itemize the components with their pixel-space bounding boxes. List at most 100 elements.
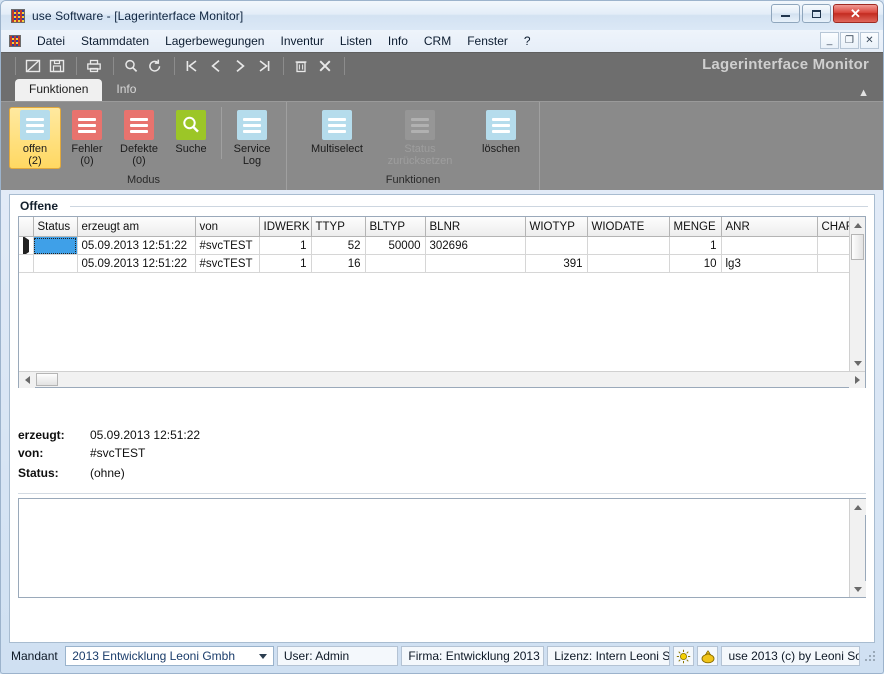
print-icon[interactable]	[83, 56, 105, 76]
grid-header-ttyp[interactable]: TTYP	[311, 217, 366, 237]
ribbon-button-fehler-count: (0)	[80, 155, 94, 167]
toolbar-separator	[15, 57, 16, 75]
scroll-down-button[interactable]	[849, 581, 866, 597]
grid-header-von[interactable]: von	[195, 217, 260, 237]
grid-header-bltyp[interactable]: BLTYP	[365, 217, 426, 237]
maximize-button[interactable]	[802, 4, 831, 23]
ribbon-button-offen[interactable]: offen (2)	[9, 107, 61, 169]
mdi-window-controls: _ ❐ ✕	[820, 32, 879, 49]
title-bar: use Software - [Lagerinterface Monitor] …	[1, 1, 883, 30]
cell-erzeugt[interactable]: 05.09.2013 12:51:22	[77, 254, 196, 273]
cell-blnr[interactable]: 302696	[425, 236, 526, 255]
cell-bltyp[interactable]: 50000	[365, 236, 426, 255]
notes-text[interactable]	[19, 499, 849, 597]
tab-info[interactable]: Info	[102, 79, 150, 101]
scroll-left-button[interactable]	[19, 371, 35, 388]
menu-item-fenster[interactable]: Fenster	[459, 32, 516, 50]
menu-item-listen[interactable]: Listen	[332, 32, 380, 50]
ribbon-button-service-log[interactable]: Service Log	[226, 107, 278, 169]
ribbon-button-fehler[interactable]: Fehler (0)	[61, 107, 113, 169]
cell-von[interactable]: #svcTEST	[195, 254, 260, 273]
cell-blnr[interactable]	[425, 254, 526, 273]
chevron-up-icon[interactable]: ▲	[858, 88, 869, 99]
notes-pane[interactable]	[18, 498, 866, 598]
cell-bltyp[interactable]	[365, 254, 426, 273]
cell-anr[interactable]: lg3	[721, 254, 818, 273]
minimize-button[interactable]	[771, 4, 800, 23]
grid-header-anr[interactable]: ANR	[721, 217, 818, 237]
search-icon[interactable]	[120, 56, 142, 76]
cell-ttyp[interactable]: 16	[311, 254, 366, 273]
resize-grip-icon[interactable]	[863, 649, 877, 663]
grid-header-menge[interactable]: MENGE	[669, 217, 722, 237]
mandant-combobox[interactable]: 2013 Entwicklung Leoni Gmbh	[65, 646, 274, 666]
cell-charge[interactable]	[817, 254, 849, 273]
cell-idwerk[interactable]: 1	[259, 254, 312, 273]
mdi-close-button[interactable]: ✕	[860, 32, 879, 49]
cell-wiotyp[interactable]: 391	[525, 254, 588, 273]
mdi-restore-button[interactable]: ❐	[840, 32, 859, 49]
cell-wiotyp[interactable]	[525, 236, 588, 255]
cell-erzeugt[interactable]: 05.09.2013 12:51:22	[77, 236, 196, 255]
cell-charge[interactable]	[817, 236, 849, 255]
cell-wiodate[interactable]	[587, 254, 670, 273]
scroll-up-button[interactable]	[849, 217, 865, 233]
money-bag-icon[interactable]	[697, 646, 719, 666]
next-record-icon[interactable]	[229, 56, 251, 76]
cell-status[interactable]	[33, 236, 78, 255]
cancel-icon[interactable]	[314, 56, 336, 76]
first-record-icon[interactable]	[181, 56, 203, 76]
menu-item-stammdaten[interactable]: Stammdaten	[73, 32, 157, 50]
ribbon-button-multiselect[interactable]: Multiselect	[305, 107, 369, 157]
menu-item-crm[interactable]: CRM	[416, 32, 459, 50]
mdi-minimize-button[interactable]: _	[820, 32, 839, 49]
grid-header-blnr[interactable]: BLNR	[425, 217, 526, 237]
grid-header-wiodate[interactable]: WIODATE	[587, 217, 670, 237]
detail-label-erzeugt: erzeugt:	[18, 428, 65, 442]
ribbon-button-loeschen[interactable]: löschen	[471, 107, 531, 157]
scroll-right-button[interactable]	[849, 371, 865, 388]
delete-icon[interactable]	[290, 56, 312, 76]
menu-item-datei[interactable]: Datei	[29, 32, 73, 50]
client-area: Offene Status erzeugt am von IDWERK TTYP…	[9, 194, 875, 643]
scroll-down-button[interactable]	[849, 355, 865, 371]
grid-horizontal-scrollbar[interactable]	[19, 371, 865, 388]
grid-header-idwerk[interactable]: IDWERK	[259, 217, 312, 237]
grid-vertical-scrollbar[interactable]	[849, 217, 865, 371]
menu-item-help[interactable]: ?	[516, 32, 539, 50]
list-icon	[72, 110, 102, 140]
menu-item-lagerbewegungen[interactable]: Lagerbewegungen	[157, 32, 272, 50]
scroll-up-button[interactable]	[849, 499, 866, 515]
scroll-thumb[interactable]	[851, 234, 864, 260]
detail-label-von: von:	[18, 446, 44, 460]
grid-header-wiotyp[interactable]: WIOTYP	[525, 217, 588, 237]
grid-header-status[interactable]: Status	[33, 217, 78, 237]
cell-wiodate[interactable]	[587, 236, 670, 255]
cell-anr[interactable]	[721, 236, 818, 255]
ribbon-button-status-zuruecksetzen[interactable]: Status zurücksetzen	[381, 107, 459, 169]
cell-menge[interactable]: 1	[669, 236, 722, 255]
table-row[interactable]: 05.09.2013 12:51:22 #svcTEST 1 16 391 10…	[19, 254, 849, 273]
ribbon-button-suche[interactable]: Suche	[165, 107, 217, 157]
table-row[interactable]: 05.09.2013 12:51:22 #svcTEST 1 52 50000 …	[19, 236, 849, 255]
menu-item-inventur[interactable]: Inventur	[272, 32, 331, 50]
edit-icon[interactable]	[22, 56, 44, 76]
cell-menge[interactable]: 10	[669, 254, 722, 273]
scroll-thumb-horizontal[interactable]	[36, 373, 58, 386]
sun-icon[interactable]	[672, 646, 695, 666]
notes-vertical-scrollbar[interactable]	[849, 499, 866, 597]
previous-record-icon[interactable]	[205, 56, 227, 76]
cell-ttyp[interactable]: 52	[311, 236, 366, 255]
save-icon[interactable]	[46, 56, 68, 76]
cell-von[interactable]: #svcTEST	[195, 236, 260, 255]
cell-idwerk[interactable]: 1	[259, 236, 312, 255]
tab-funktionen[interactable]: Funktionen	[15, 79, 103, 101]
cell-status[interactable]	[33, 254, 78, 273]
close-button[interactable]: ✕	[833, 4, 878, 23]
refresh-icon[interactable]	[144, 56, 166, 76]
grid-header-charge[interactable]: CHARGE	[817, 217, 849, 237]
last-record-icon[interactable]	[253, 56, 275, 76]
ribbon-button-defekte[interactable]: Defekte (0)	[113, 107, 165, 169]
grid-header-erzeugt[interactable]: erzeugt am	[77, 217, 196, 237]
menu-item-info[interactable]: Info	[380, 32, 416, 50]
